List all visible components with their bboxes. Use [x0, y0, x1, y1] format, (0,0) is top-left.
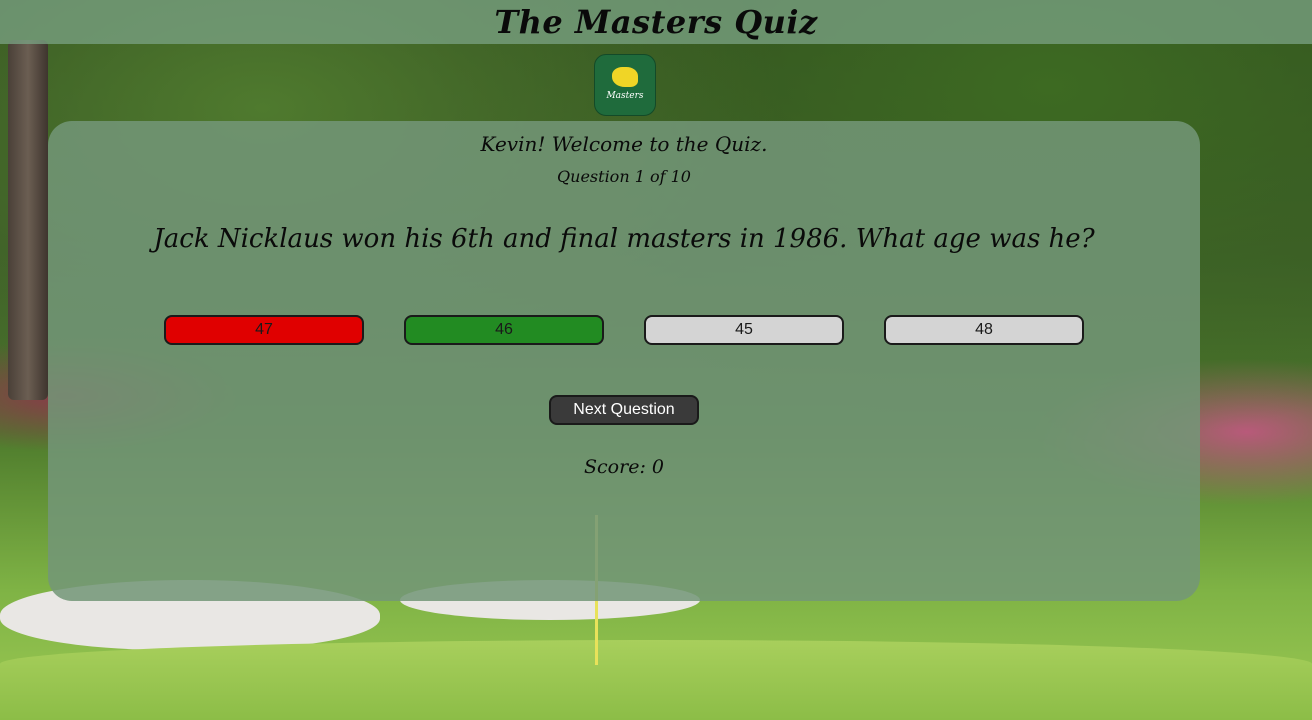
- masters-logo-icon: Masters: [594, 54, 656, 116]
- answer-button-4[interactable]: 48: [884, 315, 1084, 345]
- next-question-button[interactable]: Next Question: [549, 395, 699, 425]
- answer-button-2[interactable]: 46: [404, 315, 604, 345]
- page-header: The Masters Quiz: [0, 0, 1312, 44]
- answer-button-1[interactable]: 47: [164, 315, 364, 345]
- question-text: Jack Nicklaus won his 6th and final mast…: [153, 224, 1095, 254]
- logo-map-shape: [612, 67, 638, 87]
- answer-button-3[interactable]: 45: [644, 315, 844, 345]
- logo-text: Masters: [606, 91, 644, 101]
- quiz-panel: [48, 121, 1200, 601]
- background-tree-trunk: [8, 40, 48, 400]
- welcome-message: Kevin! Welcome to the Quiz.: [480, 132, 768, 156]
- question-counter: Question 1 of 10: [557, 167, 691, 186]
- page-title: The Masters Quiz: [494, 3, 818, 41]
- score-display: Score: 0: [584, 456, 664, 478]
- background-putting-green: [0, 640, 1312, 720]
